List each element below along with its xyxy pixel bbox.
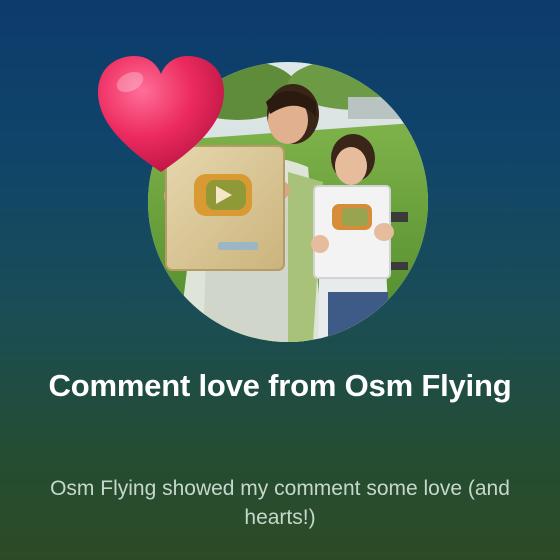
card-title: Comment love from Osm Flying: [48, 368, 512, 403]
heart-icon: [98, 56, 224, 172]
card-subtitle: Osm Flying showed my comment some love (…: [50, 477, 510, 529]
comment-love-card: Comment love from Osm Flying Osm Flying …: [0, 0, 560, 560]
